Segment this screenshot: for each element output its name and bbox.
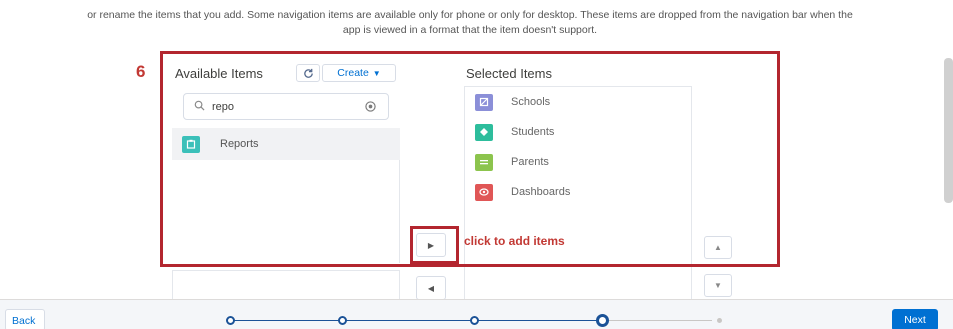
- add-button-highlight: [410, 226, 459, 264]
- remove-item-button[interactable]: ◀: [416, 276, 446, 300]
- progress-step-3: [470, 316, 479, 325]
- step-number: 6: [136, 62, 146, 81]
- progress-step-1: [226, 316, 235, 325]
- move-down-button[interactable]: ▼: [704, 274, 732, 297]
- progress-step-5: [717, 318, 722, 323]
- progress-step-2: [338, 316, 347, 325]
- footer-bar: Back Next: [0, 299, 953, 329]
- callout-text: click to add items: [464, 234, 565, 248]
- page-scrollbar[interactable]: [944, 58, 953, 203]
- back-button[interactable]: Back: [5, 309, 45, 329]
- intro-line-1: or rename the items that you add. Some n…: [87, 9, 853, 21]
- progress-track-remaining: [602, 320, 712, 321]
- next-button[interactable]: Next: [892, 309, 938, 329]
- arrow-left-icon: ◀: [427, 283, 435, 293]
- intro-text: or rename the items that you add. Some n…: [0, 8, 940, 38]
- arrow-down-icon: ▼: [714, 281, 722, 290]
- intro-line-2: app is viewed in a format that the item …: [342, 24, 598, 36]
- progress-step-current: [596, 314, 609, 327]
